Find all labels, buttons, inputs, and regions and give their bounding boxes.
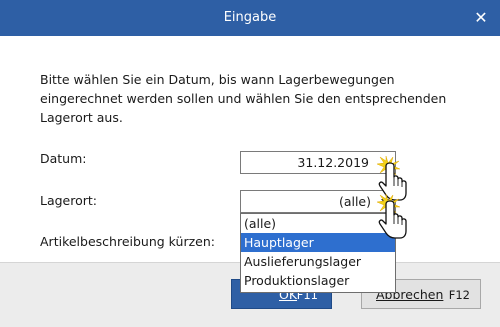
dropdown-option-produktionslager[interactable]: Produktionslager	[241, 271, 395, 290]
title-bar: Eingabe ✕	[0, 0, 500, 36]
window-title: Eingabe	[223, 10, 277, 25]
close-icon[interactable]: ✕	[472, 9, 490, 27]
date-value: 31.12.2019	[297, 155, 369, 170]
hand-pointer-click-icon	[376, 193, 407, 239]
cancel-button-shortcut: F12	[448, 288, 470, 302]
intro-text: Bitte wählen Sie ein Datum, bis wann Lag…	[40, 72, 447, 125]
date-label: Datum:	[40, 151, 87, 166]
location-value: (alle)	[338, 194, 371, 209]
location-label: Lagerort:	[40, 193, 98, 208]
dropdown-option-auslieferungslager[interactable]: Auslieferungslager	[241, 252, 395, 271]
shorten-description-label: Artikelbeschreibung kürzen:	[40, 234, 215, 249]
